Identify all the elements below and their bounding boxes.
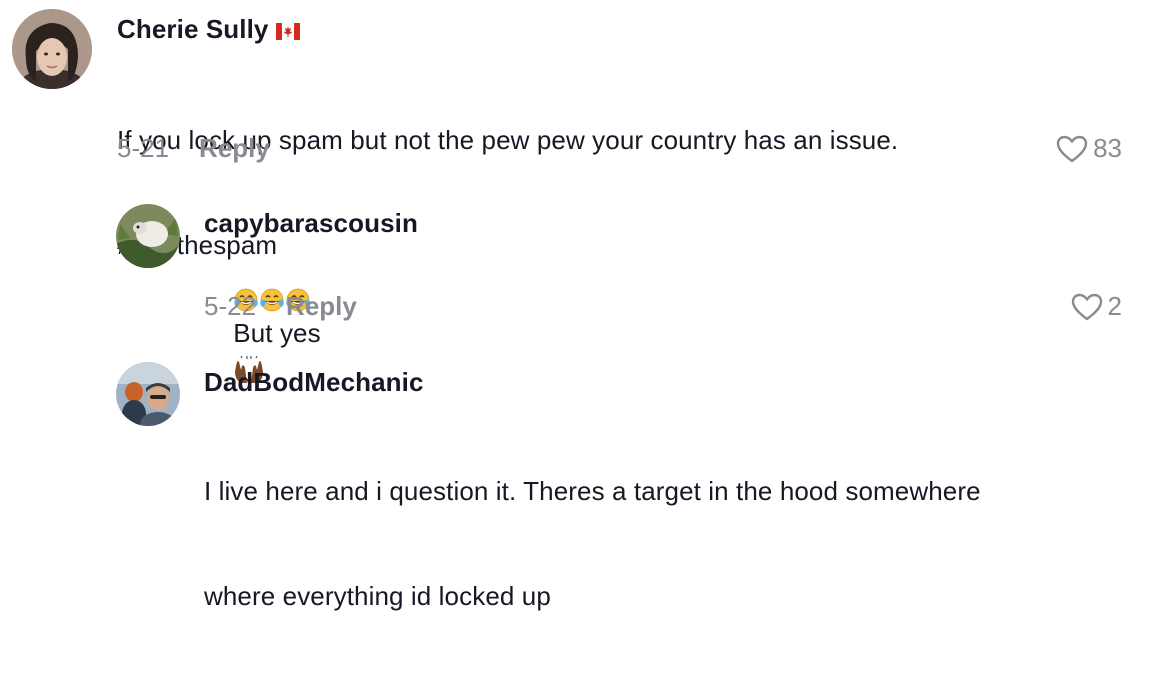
reply-button[interactable]: Reply	[286, 291, 357, 321]
like-button[interactable]: 83	[1055, 133, 1122, 164]
heart-icon[interactable]	[1070, 292, 1104, 322]
like-button[interactable]: 2	[1070, 291, 1122, 322]
comment-username[interactable]: DadBodMechanic	[204, 367, 424, 398]
comment-username[interactable]: Cherie Sully	[117, 14, 301, 45]
avatar[interactable]	[12, 9, 92, 89]
avatar[interactable]	[116, 204, 180, 268]
comment-text-line: I live here and i question it. Theres a …	[204, 476, 981, 506]
comment-item: Cherie Sully If you lock up spam but not…	[0, 0, 1152, 260]
canada-flag-icon	[276, 22, 301, 40]
comment-date: 5-22	[204, 291, 257, 321]
comment-text-line: But yes	[233, 318, 321, 348]
reply-button[interactable]: Reply	[199, 133, 270, 163]
comment-text: I live here and i question it. Theres a …	[204, 404, 981, 684]
avatar[interactable]	[116, 362, 180, 426]
heart-icon[interactable]	[1055, 134, 1089, 164]
comment-meta: 5-21 Reply	[117, 133, 270, 164]
like-count: 83	[1093, 133, 1122, 163]
like-count: 2	[1107, 291, 1122, 321]
comment-date: 5-21	[117, 133, 170, 163]
comment-username[interactable]: capybarascousin	[204, 208, 418, 239]
username-text[interactable]: Cherie Sully	[117, 14, 268, 44]
comment-meta: 5-22 Reply	[204, 291, 357, 322]
comment-text-line: where everything id locked up	[204, 581, 551, 611]
